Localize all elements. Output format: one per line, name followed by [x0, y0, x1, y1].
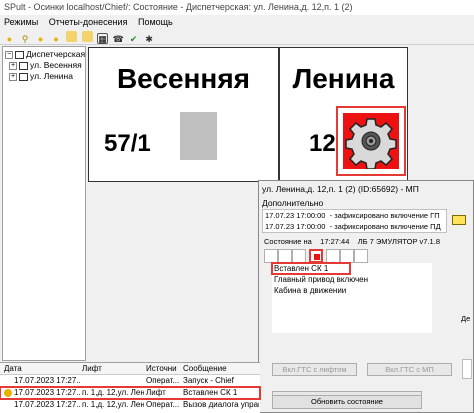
- side-label: Де: [461, 314, 471, 323]
- refresh-state-button[interactable]: Обновить состояние: [272, 395, 422, 409]
- signal-cell[interactable]: [340, 249, 354, 263]
- bulb-icon[interactable]: ●: [51, 34, 62, 45]
- gear-icon: [345, 118, 397, 170]
- event-time: 17.07.23 17:00:00: [265, 211, 326, 220]
- menu-modes[interactable]: Режимы: [0, 15, 42, 29]
- lift-status-indicator[interactable]: [343, 113, 399, 170]
- gts-lift-button[interactable]: Вкл.ГТС с лифтом: [272, 363, 357, 376]
- state-label: Состояние на: [264, 237, 312, 246]
- monitor-icon: [19, 72, 28, 81]
- folder-icon[interactable]: [66, 31, 78, 42]
- red-indicator-icon: [314, 254, 320, 260]
- object-tree: − Диспетчерская + ул. Весенняя + ул. Ленина: [2, 46, 86, 361]
- grid-icon[interactable]: ▦: [97, 33, 109, 44]
- collapse-icon[interactable]: −: [5, 50, 13, 59]
- menu-reports[interactable]: Отчеты-донесения: [45, 15, 132, 29]
- envelope-icon[interactable]: [452, 215, 466, 225]
- panel-lenina[interactable]: Ленина 12: [279, 47, 408, 182]
- cell-date: 17.07.2023 17:27...: [14, 376, 80, 385]
- panel-vesennyaya[interactable]: Весенняя 57/1: [88, 47, 279, 182]
- tree-root[interactable]: − Диспетчерская: [5, 49, 86, 60]
- menu-help[interactable]: Помощь: [134, 15, 177, 29]
- event-time: 17.07.23 17:00:00: [265, 222, 326, 231]
- dial-icon[interactable]: ☎: [113, 34, 124, 45]
- warning-icon: [4, 389, 12, 397]
- expand-icon[interactable]: +: [9, 61, 17, 70]
- signal-cell[interactable]: [264, 249, 278, 263]
- events-table: Дата Лифт Источни Сообщение 17.07.2023 1…: [0, 362, 261, 413]
- table-header: Дата Лифт Источни Сообщение: [0, 363, 260, 375]
- toolbar: ● ⚲ ● ● ▦ ☎ ✔ ✱: [0, 29, 474, 45]
- bulb-icon[interactable]: ●: [35, 34, 46, 45]
- cell-date: 17.07.2023 17:27...: [14, 388, 80, 397]
- state-device: ЛБ 7 ЭМУЛЯТОР v7.1.8: [357, 237, 440, 246]
- cell-message: Вставлен СК 1: [183, 388, 238, 397]
- table-row[interactable]: 17.07.2023 17:27... п. 1,д. 12,ул. Лени.…: [0, 399, 260, 411]
- panel-title: Ленина: [292, 63, 395, 94]
- dialog-content: 17.07.23 17:00:00 - зафиксировано включе…: [262, 209, 472, 409]
- list-item[interactable]: Вставлен СК 1: [271, 262, 351, 275]
- column-header-message[interactable]: Сообщение: [183, 363, 227, 375]
- tree-item-label: ул. Весенняя: [30, 60, 82, 70]
- menu-bar: Режимы Отчеты-донесения Помощь: [0, 15, 474, 29]
- list-item[interactable]: 17.07.23 17:00:00 - зафиксировано включе…: [263, 221, 446, 232]
- column-header-source[interactable]: Источни: [146, 363, 177, 375]
- cell-lift: п. 1,д. 12,ул. Лени...: [82, 400, 144, 409]
- signal-cell-active[interactable]: [309, 249, 323, 263]
- column-header-date[interactable]: Дата: [4, 363, 22, 375]
- table-row[interactable]: 17.07.2023 17:27... п. 1,д. 12,ул. Лени.…: [0, 386, 261, 400]
- check-icon[interactable]: ✔: [128, 34, 139, 45]
- cell-lift: п. 1,д. 12,ул. Лени...: [82, 388, 144, 397]
- list-item[interactable]: Главный привод включен: [272, 274, 432, 285]
- folder-icon[interactable]: [81, 31, 93, 42]
- window-title: SPult - Осинки localhost/Chief/: Состоян…: [0, 0, 474, 15]
- broadcast-icon[interactable]: ✱: [144, 34, 155, 45]
- signal-cell[interactable]: [354, 249, 368, 263]
- event-text: - зафиксировано включение ПД: [329, 222, 441, 231]
- cell-source: Операт...: [146, 400, 180, 409]
- signal-cell[interactable]: [292, 249, 306, 263]
- cell-source: Лифт: [146, 388, 166, 397]
- panel-title: Весенняя: [116, 63, 251, 94]
- cell-source: Операт...: [146, 376, 180, 385]
- list-item[interactable]: Кабина в движении: [272, 285, 432, 296]
- bulb-icon[interactable]: ●: [4, 34, 15, 45]
- lift-control-dialog[interactable]: ул. Ленина,д. 12,п. 1 (2) (ID:65692) - М…: [258, 180, 474, 413]
- tree-root-label: Диспетчерская: [26, 49, 86, 59]
- key-icon[interactable]: ⚲: [20, 34, 31, 45]
- tree-item-vesennyaya[interactable]: + ул. Весенняя: [5, 60, 83, 71]
- column-header-lift[interactable]: Лифт: [82, 363, 102, 375]
- cell-message: Запуск - Chief: [183, 376, 234, 385]
- panel-number: 57/1: [104, 130, 151, 157]
- signal-cell[interactable]: [278, 249, 292, 263]
- cell-message: Вызов диалога управ...: [183, 400, 259, 409]
- tree-item-lenina[interactable]: + ул. Ленина: [5, 71, 83, 82]
- state-line: Состояние на 17:27:44 ЛБ 7 ЭМУЛЯТОР v7.1…: [264, 237, 440, 246]
- panel-number: 12: [309, 130, 336, 157]
- state-time: 17:27:44: [320, 237, 350, 246]
- status-list[interactable]: Вставлен СК 1 Главный привод включен Каб…: [271, 262, 432, 333]
- cell-date: 17.07.2023 17:27...: [14, 400, 80, 409]
- event-text: - зафиксировано включение ГП: [329, 211, 440, 220]
- table-row[interactable]: 17.07.2023 17:27... Операт... Запуск - C…: [0, 375, 260, 387]
- gts-mp-button[interactable]: Вкл.ГТС с МП: [367, 363, 452, 376]
- list-item[interactable]: 17.07.23 17:00:00 - зафиксировано включе…: [263, 210, 446, 221]
- scrollbar[interactable]: [462, 359, 472, 379]
- event-list[interactable]: 17.07.23 17:00:00 - зафиксировано включе…: [262, 209, 447, 233]
- dialog-title: ул. Ленина,д. 12,п. 1 (2) (ID:65692) - М…: [262, 184, 419, 194]
- lift-status-indicator[interactable]: [180, 112, 217, 160]
- signal-cell[interactable]: [326, 249, 340, 263]
- monitor-icon: [19, 61, 28, 70]
- tree-item-label: ул. Ленина: [30, 71, 73, 81]
- dialog-tab-additional[interactable]: Дополнительно: [262, 198, 323, 208]
- monitor-icon: [15, 50, 24, 59]
- expand-icon[interactable]: +: [9, 72, 17, 81]
